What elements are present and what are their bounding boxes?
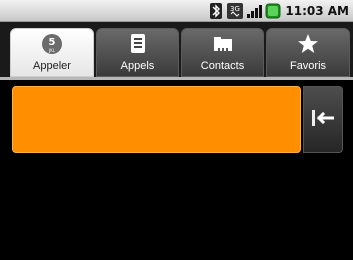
call-log-icon: [127, 33, 149, 55]
bluetooth-icon: [208, 3, 224, 19]
backspace-button[interactable]: [303, 86, 343, 153]
svg-text:3G: 3G: [230, 5, 240, 13]
tab-favoris[interactable]: Favoris: [266, 28, 350, 77]
tab-label: Appels: [120, 60, 155, 72]
tab-bar: 5 JKL Appeler Appels Contacts Favoris: [0, 22, 353, 77]
tab-appels[interactable]: Appels: [96, 28, 179, 77]
tab-underline: [0, 77, 353, 80]
tab-badge: 5: [49, 37, 56, 48]
tab-label: Favoris: [289, 60, 327, 72]
tab-badge-sub: JKL: [48, 48, 56, 53]
tab-label: Contacts: [200, 60, 245, 72]
tab-label: Appeler: [33, 60, 71, 72]
digits-field[interactable]: [12, 86, 301, 153]
status-icons: 3G: [208, 3, 281, 19]
tab-contacts[interactable]: Contacts: [181, 28, 264, 77]
clock: 11:03 AM: [285, 4, 349, 18]
status-bar: 3G 11:03 AM: [0, 0, 353, 22]
contacts-icon: [212, 33, 234, 55]
dialpad-icon: 5 JKL: [41, 33, 63, 55]
tab-appeler[interactable]: 5 JKL Appeler: [10, 28, 94, 77]
backspace-icon: [312, 109, 335, 130]
battery-icon: [265, 3, 281, 19]
3g-icon: 3G: [227, 3, 243, 19]
signal-icon: [246, 3, 262, 19]
dial-bar: [12, 86, 343, 153]
star-icon: [297, 33, 319, 55]
